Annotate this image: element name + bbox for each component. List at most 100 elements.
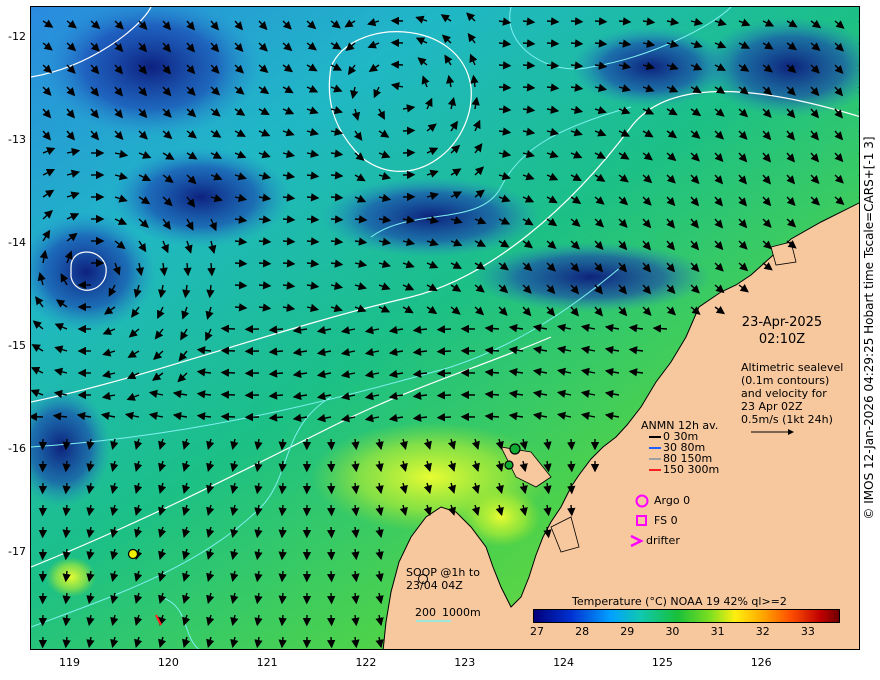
temperature-colorbar (533, 609, 840, 623)
velocity-arrow (207, 262, 216, 277)
velocity-arrow (484, 324, 500, 333)
latitude-tick: -14 (8, 235, 26, 249)
longitude-tick: 126 (750, 656, 772, 669)
longitude-tick: 124 (553, 656, 575, 669)
soop-note: SOOP @1h to 23/04 04Z (406, 566, 480, 592)
velocity-arrow (570, 39, 584, 48)
velocity-arrow (278, 636, 287, 649)
date-text: 23-Apr-2025 (741, 315, 823, 330)
altimetry-note: Altimetric sealevel (0.1m contours) and … (741, 361, 843, 426)
velocity-arrow (326, 504, 336, 517)
velocity-arrow (282, 237, 296, 246)
velocity-arrow (498, 61, 512, 70)
credit-text: © IMOS 12-Jan-2026 04:29:25 Hobart time … (862, 136, 876, 520)
velocity-arrow (326, 570, 336, 583)
velocity-arrow (326, 526, 336, 539)
velocity-arrow (282, 215, 296, 224)
velocity-arrow (326, 482, 336, 495)
velocity-arrow (326, 592, 336, 605)
colorbar-tick: 28 (575, 625, 590, 638)
velocity-arrow (326, 636, 336, 649)
soop-depth-1000: 1000m (442, 606, 481, 619)
longitude-tick: 119 (59, 656, 81, 669)
velocity-arrow (258, 281, 272, 290)
longitude-tick: 120 (157, 656, 179, 669)
velocity-arrow (220, 412, 236, 421)
velocity-arrow (278, 438, 287, 451)
velocity-arrow (567, 460, 576, 473)
colorbar-tick: 27 (530, 625, 544, 638)
velocity-arrow (220, 390, 236, 399)
velocity-arrow (278, 592, 287, 605)
velocity-arrow (234, 303, 248, 312)
velocity-arrow (498, 105, 512, 114)
velocity-arrow (618, 17, 632, 26)
velocity-arrow (220, 368, 236, 377)
altimetry-line-1: Altimetric sealevel (741, 361, 844, 374)
longitude-tick: 122 (355, 656, 377, 669)
velocity-arrow (234, 281, 248, 290)
argo-legend-label: Argo 0 (654, 494, 691, 507)
velocity-arrow (498, 83, 512, 92)
velocity-arrow (522, 61, 536, 70)
drifter-legend-label: drifter (646, 534, 680, 547)
velocity-arrow (306, 215, 320, 224)
velocity-arrow (306, 193, 320, 202)
velocity-arrow (326, 460, 336, 473)
soop-depth-200: 200 (415, 606, 436, 619)
velocity-arrow (570, 17, 584, 26)
velocity-arrow (326, 614, 336, 627)
velocity-arrow (278, 614, 287, 627)
velocity-arrow (278, 548, 287, 561)
soop-line-1: SOOP @1h to (406, 566, 480, 579)
velocity-arrow (567, 482, 576, 495)
colorbar-tick: 31 (710, 625, 725, 638)
velocity-arrow (436, 369, 452, 378)
velocity-arrow (484, 412, 500, 421)
velocity-arrow (594, 17, 608, 26)
velocity-arrow (330, 193, 344, 202)
latitude-tick: -17 (8, 545, 26, 559)
velocity-arrow (278, 526, 287, 539)
velocity-arrow (278, 570, 287, 583)
velocity-arrow (567, 438, 576, 451)
velocity-arrow (436, 413, 452, 422)
velocity-arrow (436, 347, 452, 356)
longitude-tick: 123 (454, 656, 476, 669)
velocity-arrow (546, 39, 560, 48)
latitude-tick: -13 (8, 132, 26, 146)
velocity-arrow (484, 368, 500, 377)
velocity-arrow (258, 237, 272, 246)
colorbar-tick: 29 (620, 625, 635, 638)
date-label: 23-Apr-2025 02:10Z (730, 314, 834, 348)
velocity-arrow (326, 438, 336, 451)
velocity-arrow (234, 259, 248, 268)
velocity-arrow (484, 346, 500, 355)
velocity-arrow (484, 390, 500, 399)
colorbar-tick: 30 (665, 625, 680, 638)
velocity-arrow (278, 460, 287, 473)
velocity-arrow (220, 324, 236, 333)
velocity-arrow (330, 171, 344, 180)
velocity-arrow (546, 61, 560, 70)
velocity-arrow (522, 83, 536, 92)
velocity-arrow (258, 259, 272, 268)
altimetry-line-5: 0.5m/s (1kt 24h) (741, 413, 833, 426)
velocity-arrow (522, 39, 536, 48)
longitude-tick: 125 (651, 656, 673, 669)
velocity-arrow (652, 324, 668, 333)
velocity-arrow (436, 391, 452, 400)
longitude-tick: 121 (256, 656, 278, 669)
velocity-arrow (282, 259, 296, 268)
colorbar-tick: 33 (800, 625, 815, 638)
latitude-tick: -16 (8, 442, 26, 456)
latitude-tick: -12 (8, 29, 26, 43)
velocity-arrow (546, 17, 560, 26)
fs-legend-label: FS 0 (654, 514, 678, 527)
velocity-arrow (390, 60, 404, 69)
altimetry-line-4: 23 Apr 02Z (741, 400, 803, 413)
velocity-arrow (567, 504, 576, 517)
latitude-tick: -15 (8, 339, 26, 353)
soop-line-2: 23/04 04Z (406, 579, 463, 592)
credit-line: © IMOS 12-Jan-2026 04:29:25 Hobart time … (860, 6, 878, 650)
